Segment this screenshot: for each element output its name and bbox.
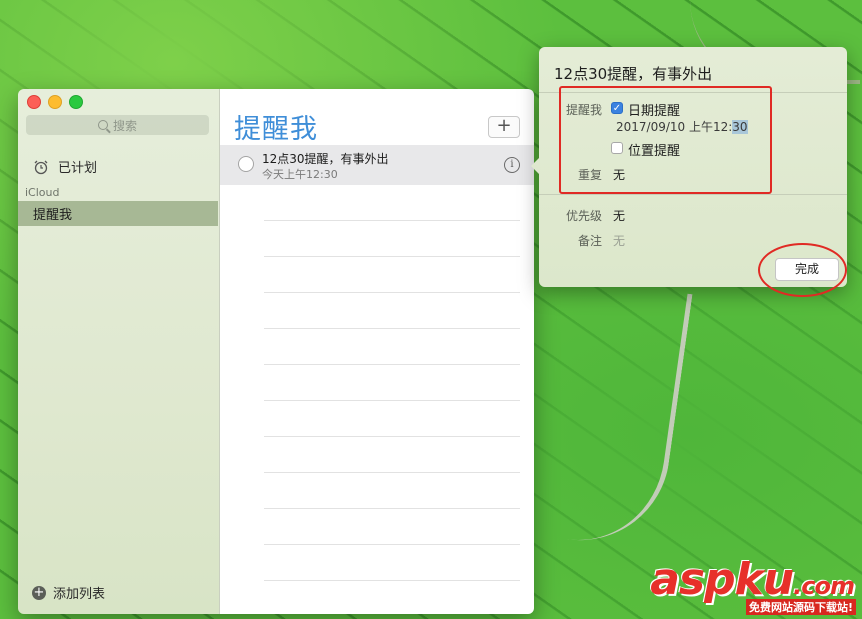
close-button[interactable] [27, 95, 41, 109]
watermark-brand: aspku [650, 554, 794, 605]
row-divider [264, 364, 520, 365]
sidebar-item-label: 提醒我 [33, 208, 73, 223]
row-divider [264, 436, 520, 437]
reminder-title[interactable]: 12点30提醒，有事外出 [262, 150, 389, 167]
search-placeholder: 搜索 [112, 118, 137, 133]
sidebar-item-scheduled[interactable]: 已计划 [33, 157, 97, 176]
row-divider [264, 508, 520, 509]
row-divider [264, 400, 520, 401]
priority-label: 优先级 [565, 209, 602, 223]
row-divider [264, 292, 520, 293]
watermark-logo: aspku.com [650, 554, 855, 605]
add-reminder-button[interactable]: + [488, 116, 520, 138]
list-title: 提醒我 [234, 114, 318, 145]
complete-checkbox[interactable] [238, 156, 254, 172]
sidebar-item-reminders[interactable]: 提醒我 [18, 201, 218, 226]
divider [539, 194, 847, 195]
search-icon [97, 120, 108, 130]
priority-value[interactable]: 无 [613, 207, 625, 224]
reminder-item[interactable]: 12点30提醒，有事外出 今天上午12:30 i [220, 145, 534, 185]
alarm-clock-icon [34, 160, 48, 174]
notes-label: 备注 [577, 234, 602, 248]
add-list-button[interactable]: + 添加列表 [32, 583, 105, 602]
plus-icon: + [32, 584, 46, 600]
section-header-icloud: iCloud [25, 186, 60, 199]
minimize-button[interactable] [48, 95, 62, 109]
sidebar: 搜索 已计划 iCloud 提醒我 + 添加列表 [18, 89, 220, 614]
row-divider [264, 580, 520, 581]
zoom-button[interactable] [69, 95, 83, 109]
window-controls [27, 95, 83, 109]
search-field[interactable]: 搜索 [26, 115, 209, 135]
watermark-tagline: 免费网站源码下载站! [745, 599, 856, 615]
row-divider [264, 544, 520, 545]
notes-field[interactable]: 无 [613, 232, 625, 249]
reminder-due-date: 今天上午12:30 [262, 168, 338, 181]
popover-arrow [531, 157, 540, 175]
row-divider [264, 256, 520, 257]
annotation-highlight-circle [758, 243, 847, 297]
sidebar-item-label: 已计划 [58, 161, 98, 176]
watermark-suffix: .com [793, 572, 855, 600]
popover-title[interactable]: 12点30提醒，有事外出 [554, 63, 712, 84]
background-road [542, 278, 693, 552]
info-icon[interactable]: i [504, 157, 520, 173]
row-divider [264, 220, 520, 221]
row-divider [264, 472, 520, 473]
row-divider [264, 328, 520, 329]
add-list-label: 添加列表 [53, 587, 106, 602]
reminders-window: 搜索 已计划 iCloud 提醒我 + 添加列表 提醒我 + 12点30提醒，有… [18, 89, 534, 614]
annotation-highlight-box [559, 86, 772, 194]
reminder-list-pane: 提醒我 + 12点30提醒，有事外出 今天上午12:30 i [220, 89, 534, 614]
